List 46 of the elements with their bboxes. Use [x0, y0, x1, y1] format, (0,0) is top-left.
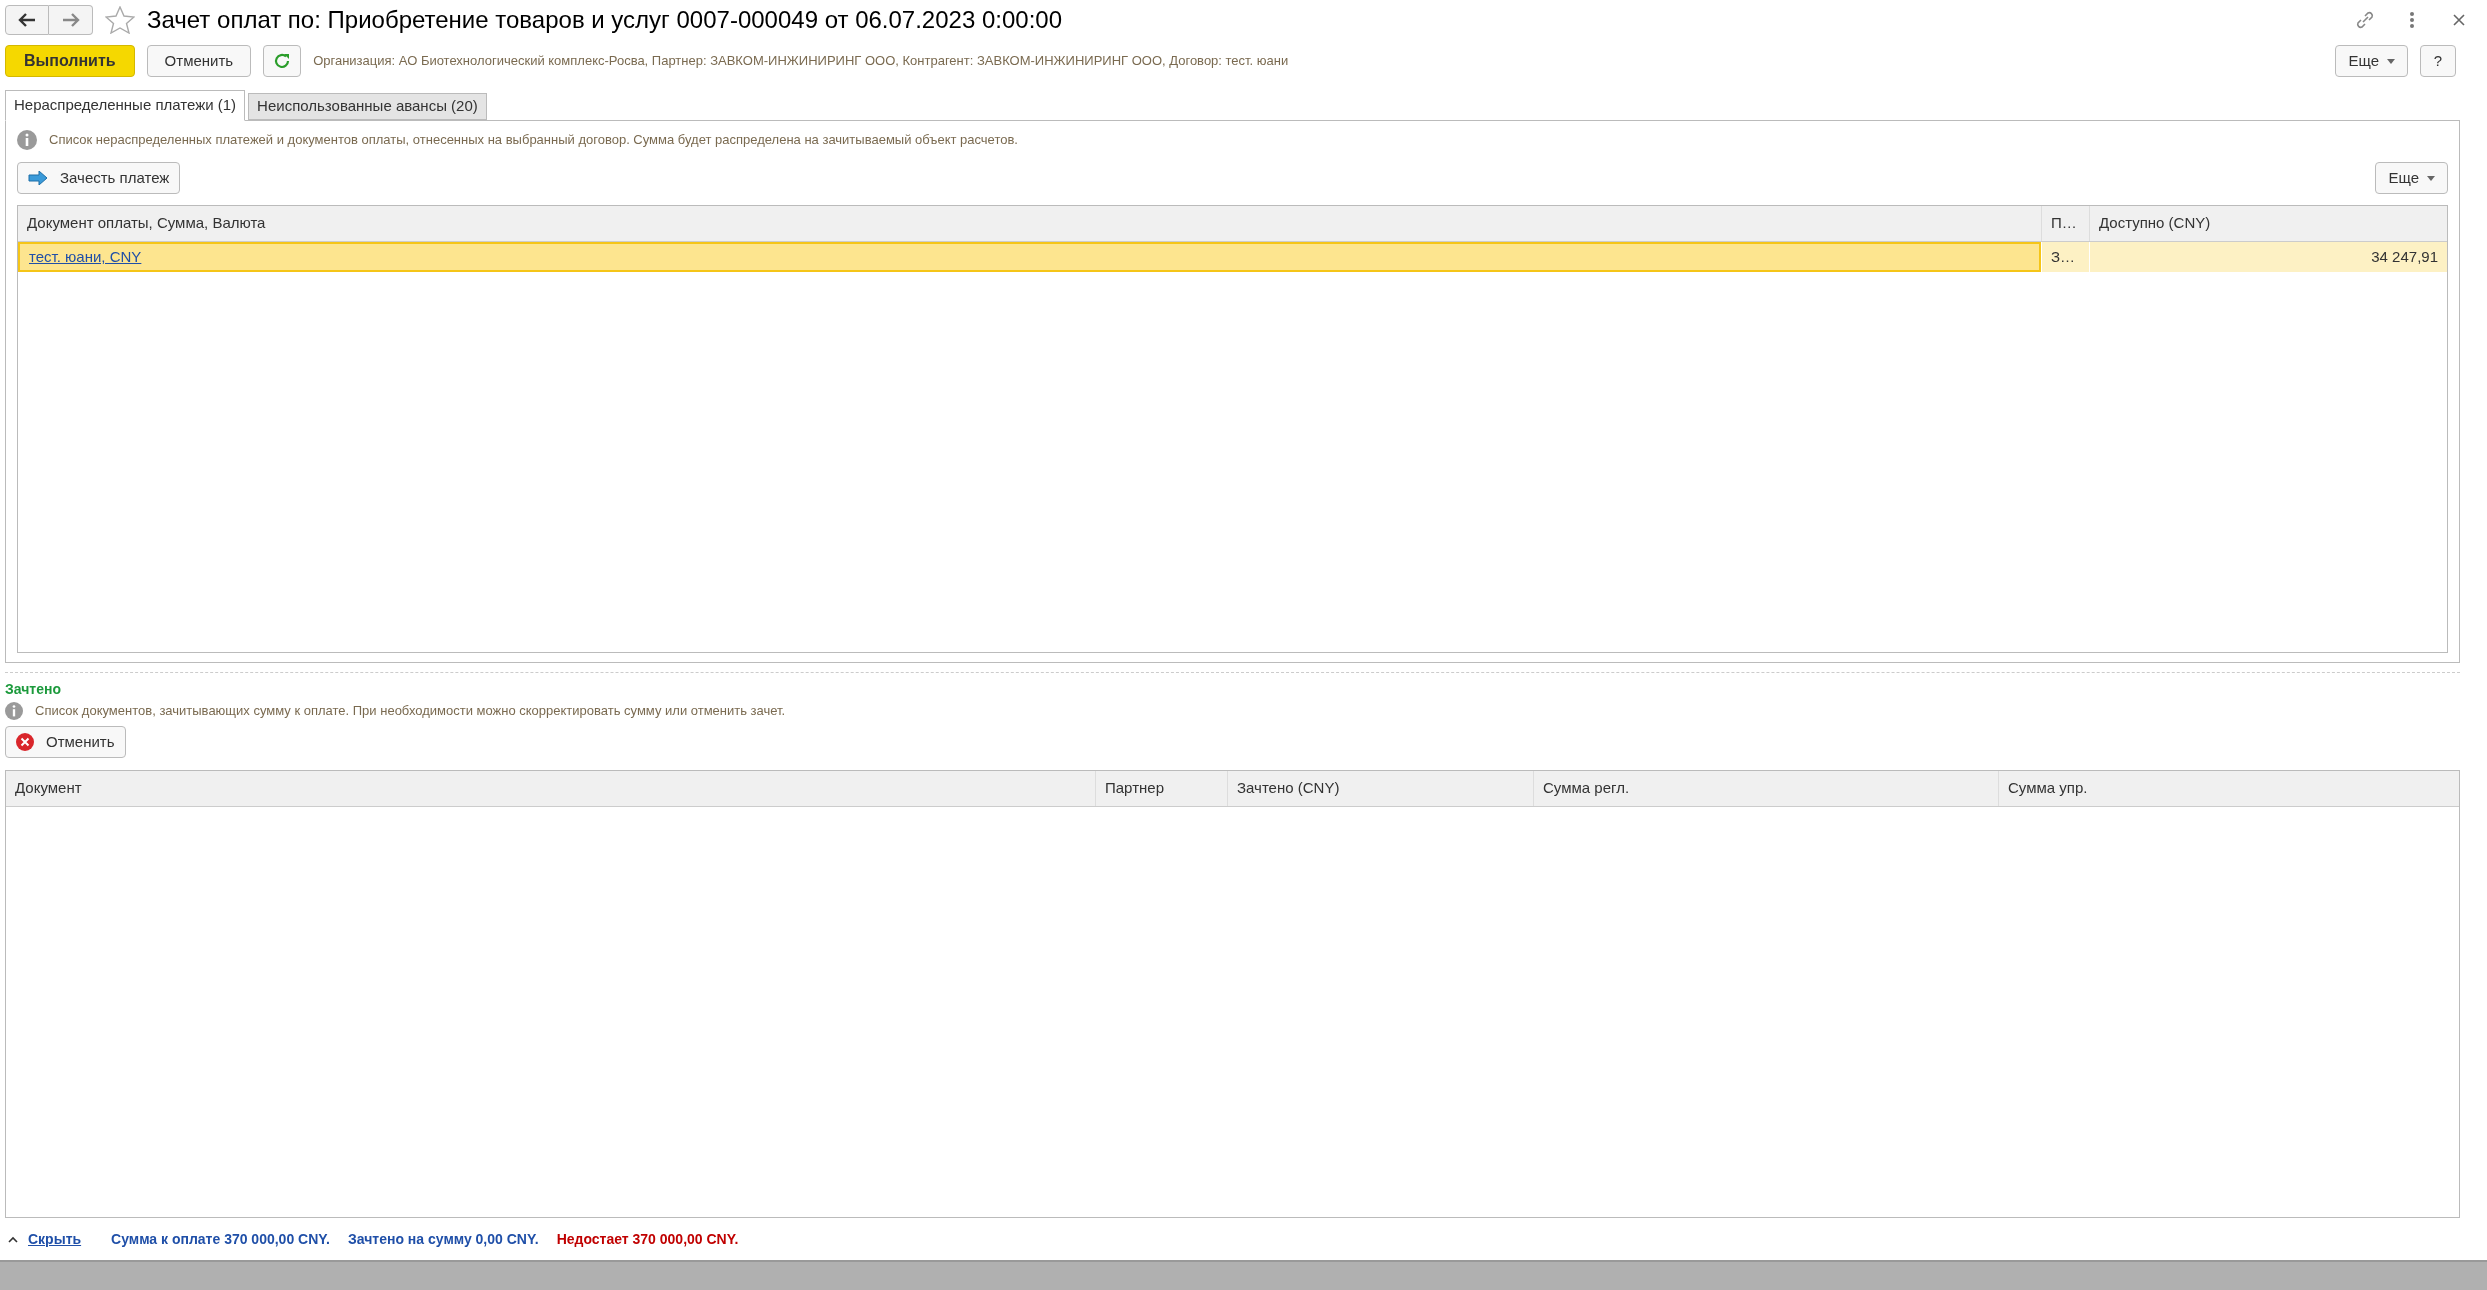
info-icon	[17, 130, 37, 150]
collapse-caret-icon	[8, 1235, 18, 1243]
more-dots-icon[interactable]	[2408, 10, 2416, 30]
caret-icon	[2387, 58, 2395, 64]
cancel-button[interactable]: Отменить	[146, 45, 252, 77]
hint-text: Список нераспределенных платежей и документов оплаты, отнесенных на выбранный договор. Сумма будет распределена на зачитываемый объект расчетов.	[49, 131, 1018, 150]
document-link[interactable]: тест. юани, CNY	[18, 242, 2041, 272]
document-info-text: Организация: АО Биотехнологический комплекс-Росва, Партнер: ЗАВКОМ-ИНЖИНИРИНГ ООО, Контрагент: ЗАВКОМ-ИНЖИНИРИНГ ООО, Договор: тест. юани	[313, 52, 1289, 71]
back-arrow-icon	[18, 13, 36, 27]
column-header[interactable]: П…	[2041, 206, 2089, 241]
window-title: Зачет оплат по: Приобретение товаров и услуг 0007-000049 от 06.07.2023 0:00:00	[147, 5, 1062, 35]
caret-icon	[2427, 175, 2435, 181]
back-button[interactable]	[5, 5, 49, 35]
column-header[interactable]: Документ оплаты, Сумма, Валюта	[18, 206, 2041, 241]
refresh-icon	[273, 52, 292, 70]
column-header[interactable]: Сумма регл.	[1533, 771, 1998, 806]
column-header[interactable]: Партнер	[1095, 771, 1227, 806]
execute-button[interactable]: Выполнить	[5, 45, 135, 77]
column-header[interactable]: Сумма упр.	[1998, 771, 2459, 806]
column-header[interactable]: Документ	[6, 771, 1095, 806]
table-row[interactable]: тест. юани, CNY З… 34 247,91	[18, 242, 2447, 272]
column-header[interactable]: Зачтено (CNY)	[1227, 771, 1533, 806]
info-icon	[5, 702, 23, 720]
table-cell: З…	[2041, 242, 2089, 272]
star-icon[interactable]	[105, 6, 135, 34]
refresh-button[interactable]	[263, 45, 302, 77]
table-cell: 34 247,91	[2089, 242, 2447, 272]
forward-arrow-icon	[61, 13, 80, 27]
more-dropdown-button[interactable]: Еще	[2335, 45, 2408, 77]
link-icon[interactable]	[2354, 9, 2376, 31]
apply-payment-button[interactable]: Зачесть платеж	[17, 162, 181, 194]
tab[interactable]: Неиспользованные авансы (20)	[248, 93, 487, 120]
close-icon[interactable]	[2452, 13, 2466, 27]
summary-text: Сумма к оплате 370 000,00 CNY.	[111, 1229, 330, 1249]
more-dropdown-button[interactable]: Еще	[2375, 162, 2448, 194]
help-button[interactable]: ?	[2420, 45, 2456, 77]
tab[interactable]: Нераспределенные платежи (1)	[5, 90, 246, 121]
hide-link[interactable]: Скрыть	[8, 1228, 82, 1250]
summary-text: Недостает 370 000,00 CNY.	[556, 1229, 739, 1249]
summary-text: Зачтено на сумму 0,00 CNY.	[348, 1229, 539, 1249]
cancel-offset-button[interactable]: Отменить	[5, 726, 126, 758]
cancel-circle-icon	[16, 733, 34, 751]
right-arrow-icon	[28, 171, 48, 185]
section-title: Зачтено	[5, 680, 61, 699]
hint-text: Список документов, зачитывающих сумму к оплате. При необходимости можно скорректировать сумму или отменить зачет.	[35, 702, 786, 721]
column-header[interactable]: Доступно (CNY)	[2089, 206, 2447, 241]
